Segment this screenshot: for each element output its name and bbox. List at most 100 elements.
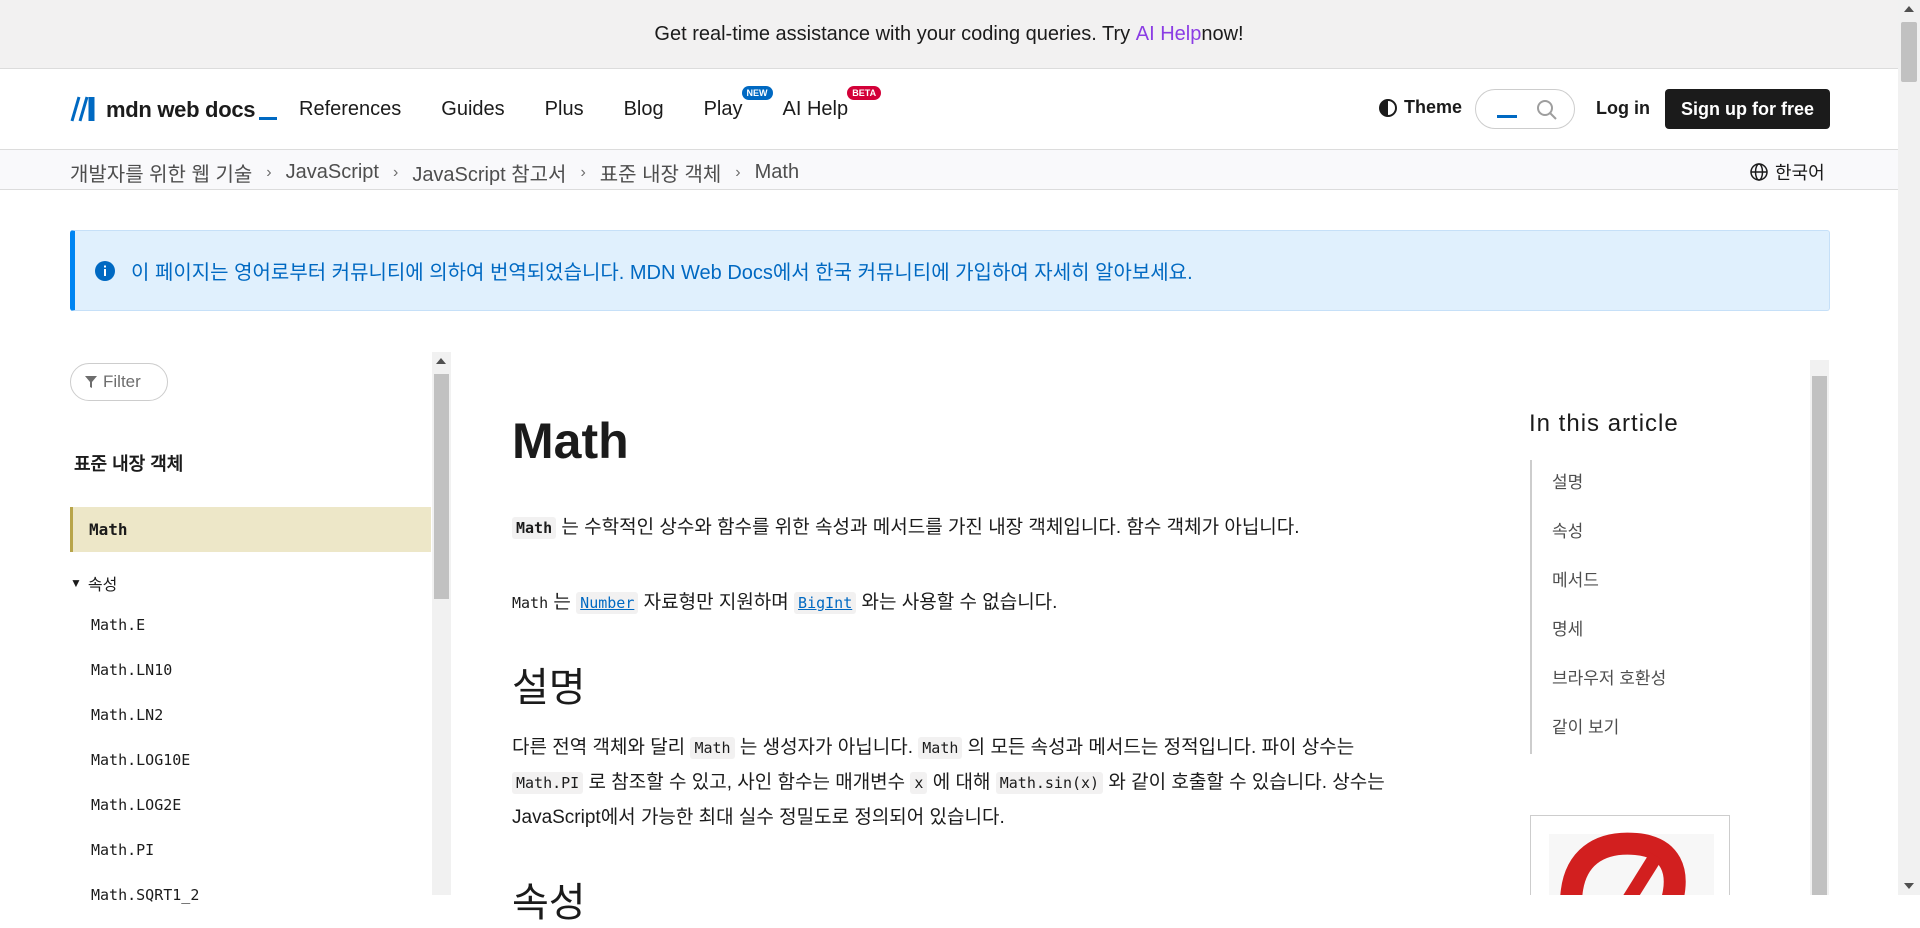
note-text: 자료형만 지원하며 bbox=[638, 592, 795, 613]
inline-code: x bbox=[910, 772, 928, 794]
ai-help-banner: Get real-time assistance with your codin… bbox=[0, 0, 1898, 69]
intro-paragraph: Math 는 수학적인 상수와 함수를 위한 속성과 메서드를 가진 내장 객체… bbox=[512, 510, 1300, 546]
info-icon bbox=[95, 260, 115, 281]
main-nav: References Guides Plus Blog Play NEW AI … bbox=[299, 69, 882, 149]
description-line-2: Math.PI 로 참조할 수 있고, 사인 함수는 매개변수 x 에 대해 M… bbox=[512, 765, 1385, 801]
page-scrollbar-thumb[interactable] bbox=[1901, 22, 1917, 82]
note-text: 와는 사용할 수 없습니다. bbox=[856, 592, 1058, 613]
desc-text: 에 대해 bbox=[927, 772, 996, 793]
breadcrumb-item[interactable]: 표준 내장 객체 bbox=[600, 158, 722, 187]
scroll-up-arrow-icon[interactable] bbox=[1904, 6, 1914, 12]
desc-text: 의 모든 속성과 메서드는 정적입니다. 파이 상수는 bbox=[962, 737, 1355, 758]
page-scrollbar[interactable] bbox=[1898, 0, 1920, 895]
signup-button[interactable]: Sign up for free bbox=[1665, 89, 1830, 129]
description-line-1: 다른 전역 객체와 달리 Math 는 생성자가 아닙니다. Math 의 모든… bbox=[512, 730, 1354, 766]
inline-code: Math.sin(x) bbox=[995, 772, 1104, 794]
mdn-logo[interactable]: mdn web docs bbox=[70, 95, 278, 123]
scroll-up-arrow-icon[interactable] bbox=[436, 358, 446, 364]
nav-guides[interactable]: Guides bbox=[441, 98, 504, 121]
number-link[interactable]: Number bbox=[576, 592, 639, 614]
content-scrollbar[interactable] bbox=[1810, 360, 1829, 895]
description-line-3: JavaScript에서 가능한 최대 실수 정밀도로 정의되어 있습니다. bbox=[512, 807, 1005, 828]
toc-item[interactable]: 브라우저 호환성 bbox=[1552, 656, 1666, 705]
logo-cursor bbox=[259, 117, 278, 120]
inline-code: Math bbox=[918, 737, 963, 759]
scroll-down-arrow-icon[interactable] bbox=[1904, 883, 1914, 889]
chevron-right-icon: › bbox=[735, 163, 741, 181]
bigint-link[interactable]: BigInt bbox=[794, 592, 857, 614]
nav-play[interactable]: Play NEW bbox=[703, 85, 773, 121]
inline-code: Math bbox=[512, 517, 557, 539]
filter-icon bbox=[85, 376, 97, 388]
toc-item[interactable]: 같이 보기 bbox=[1552, 705, 1666, 754]
section-heading-description: 설명 bbox=[512, 666, 586, 710]
sidebar-link[interactable]: Math.LN10 bbox=[91, 650, 199, 695]
globe-icon bbox=[1750, 163, 1768, 181]
search-input[interactable] bbox=[1475, 89, 1575, 129]
new-badge: NEW bbox=[741, 85, 773, 100]
logo-text: mdn web docs bbox=[106, 97, 256, 122]
breadcrumb-item[interactable]: JavaScript bbox=[286, 161, 379, 184]
toc-item[interactable]: 속성 bbox=[1552, 509, 1666, 558]
breadcrumb: 개발자를 위한 웹 기술 › JavaScript › JavaScript 참… bbox=[70, 158, 799, 187]
sidebar-link-list: Math.E Math.LN10 Math.LN2 Math.LOG10E Ma… bbox=[91, 605, 199, 920]
sidebar-link[interactable]: Math.E bbox=[91, 605, 199, 650]
sidebar-link[interactable]: Math.LOG2E bbox=[91, 785, 199, 830]
nav-play-label: Play bbox=[703, 97, 743, 120]
ad-logo-image bbox=[1549, 832, 1714, 895]
nav-ai-help[interactable]: AI Help BETA bbox=[782, 85, 882, 121]
page-title: Math bbox=[512, 413, 629, 469]
breadcrumb-item[interactable]: JavaScript 참고서 bbox=[412, 158, 566, 187]
sidebar-link[interactable]: Math.PI bbox=[91, 830, 199, 875]
note-text: 는 bbox=[548, 592, 577, 613]
content-scrollbar-thumb[interactable] bbox=[1812, 376, 1827, 895]
toc-item[interactable]: 메서드 bbox=[1552, 558, 1666, 607]
toc-item[interactable]: 설명 bbox=[1552, 460, 1666, 509]
theme-contrast-icon bbox=[1379, 98, 1397, 117]
nav-plus[interactable]: Plus bbox=[545, 98, 584, 121]
banner-text-end: now! bbox=[1201, 22, 1244, 45]
desc-text: 는 생성자가 아닙니다. bbox=[734, 737, 919, 758]
breadcrumb-bar: 개발자를 위한 웹 기술 › JavaScript › JavaScript 참… bbox=[0, 150, 1898, 190]
sidebar-title[interactable]: 표준 내장 객체 bbox=[74, 450, 183, 476]
notice-text[interactable]: 이 페이지는 영어로부터 커뮤니티에 의하여 번역되었습니다. MDN Web … bbox=[131, 256, 1193, 285]
banner-text: Get real-time assistance with your codin… bbox=[654, 22, 1131, 45]
sidebar-scrollbar-thumb[interactable] bbox=[434, 374, 449, 599]
inline-code: Math.PI bbox=[512, 772, 584, 794]
search-cursor bbox=[1497, 115, 1517, 118]
chevron-right-icon: › bbox=[392, 163, 399, 181]
banner-ai-help-link[interactable]: AI Help bbox=[1136, 23, 1202, 46]
login-link[interactable]: Log in bbox=[1596, 98, 1650, 119]
sidebar-filter-button[interactable]: Filter bbox=[70, 363, 168, 401]
sidebar-group-label: 속성 bbox=[87, 577, 118, 594]
sidebar-link[interactable]: Math.SQRT1_2 bbox=[91, 875, 199, 920]
theme-label: Theme bbox=[1404, 97, 1463, 117]
sidebar-ad[interactable] bbox=[1530, 815, 1730, 895]
mdn-logo-icon bbox=[70, 96, 95, 122]
sidebar-scrollbar[interactable] bbox=[432, 352, 451, 895]
inline-code: Math bbox=[512, 594, 549, 612]
theme-button[interactable]: Theme bbox=[1378, 97, 1462, 118]
toc-item[interactable]: 명세 bbox=[1552, 607, 1666, 656]
nav-blog[interactable]: Blog bbox=[624, 98, 664, 121]
sidebar-group-properties[interactable]: ▼ 속성 bbox=[70, 571, 117, 595]
search-icon[interactable] bbox=[1536, 99, 1558, 121]
nav-ai-help-label: AI Help bbox=[782, 97, 849, 120]
filter-label: Filter bbox=[103, 372, 141, 391]
language-label: 한국어 bbox=[1775, 163, 1825, 183]
chevron-right-icon: › bbox=[266, 163, 272, 181]
desc-text: 다른 전역 객체와 달리 bbox=[512, 737, 691, 758]
language-switcher[interactable]: 한국어 bbox=[1749, 159, 1825, 185]
triangle-down-icon: ▼ bbox=[70, 576, 82, 590]
sidebar-link[interactable]: Math.LN2 bbox=[91, 695, 199, 740]
breadcrumb-item[interactable]: 개발자를 위한 웹 기술 bbox=[70, 158, 252, 187]
sidebar-item-math[interactable]: Math bbox=[70, 507, 431, 552]
section-heading-properties: 속성 bbox=[512, 881, 586, 925]
toc-title: In this article bbox=[1529, 410, 1679, 437]
inline-code: Math bbox=[690, 737, 735, 759]
nav-references[interactable]: References bbox=[299, 98, 401, 121]
sidebar-link[interactable]: Math.LOG10E bbox=[91, 740, 199, 785]
breadcrumb-item[interactable]: Math bbox=[755, 161, 799, 184]
chevron-right-icon: › bbox=[580, 163, 586, 181]
desc-text: 로 참조할 수 있고, 사인 함수는 매개변수 bbox=[583, 772, 911, 793]
